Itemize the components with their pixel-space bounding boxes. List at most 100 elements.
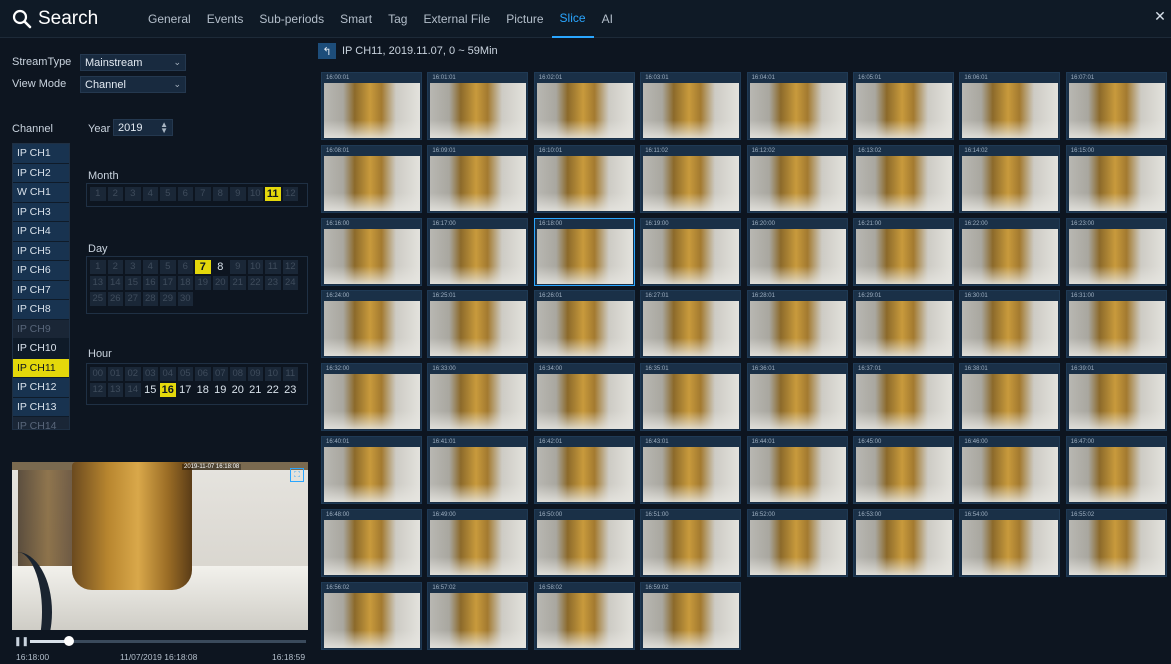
slice-thumbnail[interactable]: 16:08:01 xyxy=(321,144,422,213)
channel-item-ip-ch7[interactable]: IP CH7 xyxy=(13,280,69,300)
slice-thumbnail[interactable]: 16:10:01 xyxy=(533,144,635,213)
slice-thumbnail[interactable]: 16:02:01 xyxy=(533,72,635,140)
tab-sub-periods[interactable]: Sub-periods xyxy=(251,0,332,38)
slice-thumbnail[interactable]: 16:25:01 xyxy=(427,290,529,359)
year-stepper[interactable]: 2019 ▲ ▼ xyxy=(113,119,173,136)
hour-cell[interactable]: 21 xyxy=(248,383,264,397)
tab-external-file[interactable]: External File xyxy=(415,0,498,38)
slice-thumbnail[interactable]: 16:14:02 xyxy=(959,144,1061,213)
slice-thumbnail[interactable]: 16:53:00 xyxy=(853,508,954,577)
video-preview[interactable]: 2019-11-07 16:18:08 ⛶ xyxy=(12,462,308,630)
hour-cell[interactable]: 17 xyxy=(178,383,194,397)
slice-thumbnail[interactable]: 16:06:01 xyxy=(959,72,1061,140)
slice-thumbnail[interactable]: 16:39:01 xyxy=(1065,363,1167,432)
slice-thumbnail[interactable]: 16:50:00 xyxy=(533,508,635,577)
channel-item-ip-ch13[interactable]: IP CH13 xyxy=(13,397,69,417)
channel-item-w-ch1[interactable]: W CH1 xyxy=(13,183,69,203)
slice-thumbnail[interactable]: 16:00:01 xyxy=(321,72,422,140)
back-arrow-icon[interactable]: ↰ xyxy=(318,43,336,59)
channel-item-ip-ch6[interactable]: IP CH6 xyxy=(13,261,69,281)
slice-thumbnail[interactable]: 16:26:01 xyxy=(533,290,635,359)
slice-thumbnail[interactable]: 16:43:01 xyxy=(640,436,742,504)
channel-item-ip-ch8[interactable]: IP CH8 xyxy=(13,300,69,320)
slice-thumbnail[interactable]: 16:24:00 xyxy=(321,290,422,359)
slice-thumbnail[interactable]: 16:11:02 xyxy=(640,144,742,213)
hour-cell[interactable]: 22 xyxy=(265,383,281,397)
channel-item-ip-ch1[interactable]: IP CH1 xyxy=(13,144,69,164)
slice-thumbnail[interactable]: 16:23:00 xyxy=(1065,217,1167,286)
slice-thumbnail[interactable]: 16:20:00 xyxy=(746,217,848,286)
hour-cell[interactable]: 16 xyxy=(160,383,176,397)
tab-tag[interactable]: Tag xyxy=(380,0,415,38)
slice-thumbnail[interactable]: 16:01:01 xyxy=(427,72,529,140)
hour-cell[interactable]: 20 xyxy=(230,383,246,397)
playback-slider[interactable] xyxy=(30,636,306,646)
tab-general[interactable]: General xyxy=(140,0,199,38)
slice-thumbnail[interactable]: 16:37:01 xyxy=(853,363,954,432)
slice-thumbnail[interactable]: 16:54:00 xyxy=(959,508,1061,577)
slice-thumbnail[interactable]: 16:27:01 xyxy=(640,290,742,359)
slice-thumbnail[interactable]: 16:55:02 xyxy=(1065,508,1167,577)
day-cell[interactable]: 8 xyxy=(213,260,229,274)
slice-thumbnail[interactable]: 16:32:00 xyxy=(321,363,422,432)
channel-item-ip-ch11[interactable]: IP CH11 xyxy=(13,358,69,378)
slice-thumbnail[interactable]: 16:19:00 xyxy=(640,217,742,286)
view-mode-select[interactable]: Channel ⌄ xyxy=(80,76,186,93)
slice-thumbnail[interactable]: 16:46:00 xyxy=(959,436,1061,504)
hour-cell[interactable]: 15 xyxy=(143,383,159,397)
slice-thumbnail[interactable]: 16:05:01 xyxy=(853,72,954,140)
slice-thumbnail[interactable]: 16:42:01 xyxy=(533,436,635,504)
slice-thumbnail[interactable]: 16:31:00 xyxy=(1065,290,1167,359)
slice-thumbnail[interactable]: 16:51:00 xyxy=(640,508,742,577)
stream-type-select[interactable]: Mainstream ⌄ xyxy=(80,54,186,71)
stepper-arrows-icon[interactable]: ▲ ▼ xyxy=(160,120,168,134)
slice-thumbnail[interactable]: 16:18:00 xyxy=(533,217,635,286)
slice-thumbnail[interactable]: 16:07:01 xyxy=(1065,72,1167,140)
slice-thumbnail[interactable]: 16:22:00 xyxy=(959,217,1061,286)
play-icon[interactable]: ❚❚ xyxy=(14,635,29,647)
slice-thumbnail[interactable]: 16:52:00 xyxy=(746,508,848,577)
slice-thumbnail[interactable]: 16:44:01 xyxy=(746,436,848,504)
channel-item-ip-ch4[interactable]: IP CH4 xyxy=(13,222,69,242)
slice-thumbnail[interactable]: 16:56:02 xyxy=(321,581,422,650)
slice-thumbnail[interactable]: 16:49:00 xyxy=(427,508,529,577)
channel-item-ip-ch2[interactable]: IP CH2 xyxy=(13,163,69,183)
hour-cell[interactable]: 18 xyxy=(195,383,211,397)
slice-thumbnail[interactable]: 16:33:00 xyxy=(427,363,529,432)
slice-thumbnail[interactable]: 16:28:01 xyxy=(746,290,848,359)
channel-item-ip-ch10[interactable]: IP CH10 xyxy=(13,339,69,359)
slice-thumbnail[interactable]: 16:36:01 xyxy=(746,363,848,432)
channel-item-ip-ch5[interactable]: IP CH5 xyxy=(13,241,69,261)
slice-thumbnail[interactable]: 16:45:00 xyxy=(853,436,954,504)
slice-thumbnail[interactable]: 16:58:02 xyxy=(533,581,635,650)
slice-thumbnail[interactable]: 16:59:02 xyxy=(640,581,742,650)
slice-thumbnail[interactable]: 16:35:01 xyxy=(640,363,742,432)
slice-thumbnail[interactable]: 16:04:01 xyxy=(746,72,848,140)
slice-thumbnail[interactable]: 16:16:00 xyxy=(321,217,422,286)
playback-knob[interactable] xyxy=(63,636,74,646)
slice-thumbnail[interactable]: 16:15:00 xyxy=(1065,144,1167,213)
tab-picture[interactable]: Picture xyxy=(498,0,551,38)
month-cell[interactable]: 11 xyxy=(265,187,281,201)
slice-thumbnail[interactable]: 16:34:00 xyxy=(533,363,635,432)
tab-ai[interactable]: AI xyxy=(594,0,621,38)
day-cell[interactable]: 7 xyxy=(195,260,211,274)
slice-thumbnail[interactable]: 16:40:01 xyxy=(321,436,422,504)
tab-smart[interactable]: Smart xyxy=(332,0,380,38)
tab-slice[interactable]: Slice xyxy=(551,0,594,38)
channel-item-ip-ch12[interactable]: IP CH12 xyxy=(13,378,69,398)
channel-list[interactable]: IP CH1 IP CH2 W CH1 IP CH3 IP CH4 IP CH5 IP CH… xyxy=(12,143,70,430)
slice-thumbnail[interactable]: 16:38:01 xyxy=(959,363,1061,432)
slice-thumbnail[interactable]: 16:21:00 xyxy=(853,217,954,286)
slice-thumbnail[interactable]: 16:29:01 xyxy=(853,290,954,359)
slice-thumbnail[interactable]: 16:47:00 xyxy=(1065,436,1167,504)
slice-thumbnail[interactable]: 16:48:00 xyxy=(321,508,422,577)
slice-thumbnail[interactable]: 16:57:02 xyxy=(427,581,529,650)
channel-item-ip-ch3[interactable]: IP CH3 xyxy=(13,202,69,222)
close-icon[interactable]: ✕ xyxy=(1153,9,1167,23)
slice-thumbnail[interactable]: 16:13:02 xyxy=(853,144,954,213)
slice-thumbnail[interactable]: 16:30:01 xyxy=(959,290,1061,359)
slice-thumbnail[interactable]: 16:12:02 xyxy=(746,144,848,213)
tab-events[interactable]: Events xyxy=(199,0,252,38)
slice-thumbnail[interactable]: 16:09:01 xyxy=(427,144,529,213)
